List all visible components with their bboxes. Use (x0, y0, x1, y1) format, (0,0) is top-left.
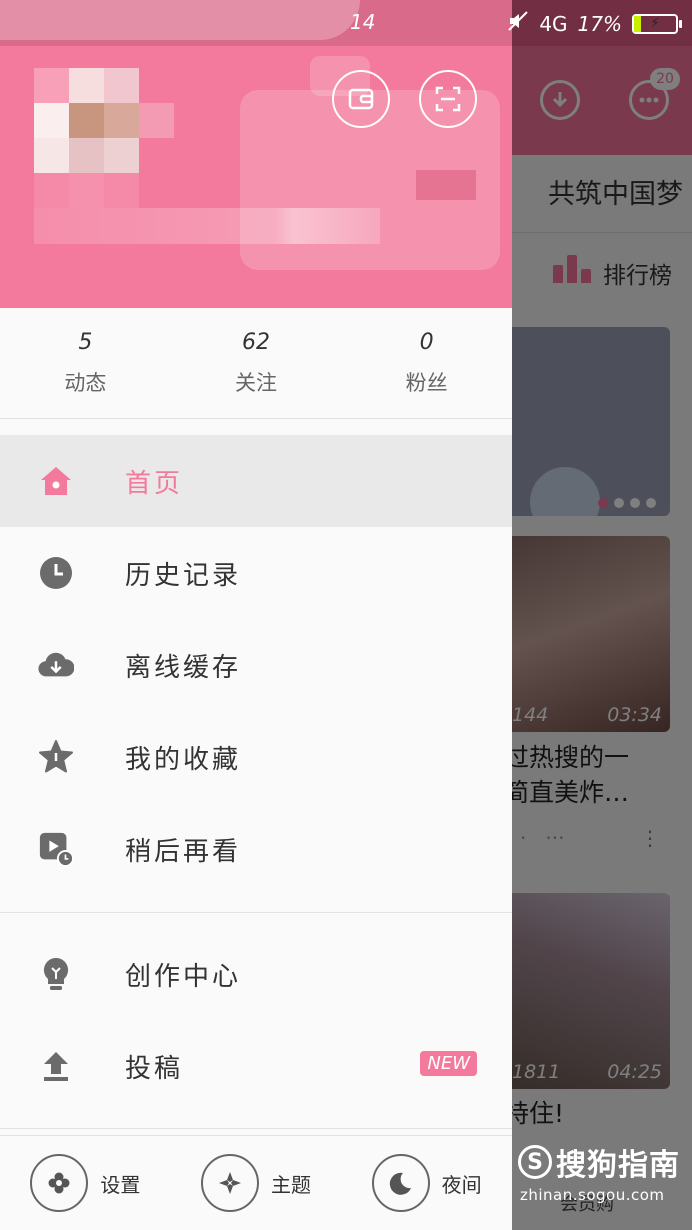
drawer-menu-secondary: 创作中心 投稿 NEW (0, 928, 512, 1112)
menu-item-watch-later[interactable]: 稍后再看 (0, 803, 512, 895)
stat-value: 62 (242, 330, 270, 355)
history-clock-icon (38, 555, 74, 591)
menu-label: 创作中心 (125, 961, 242, 992)
battery-icon: ⚡ (632, 14, 682, 34)
menu-item-favorites[interactable]: 我的收藏 (0, 711, 512, 803)
menu-label: 离线缓存 (125, 652, 242, 683)
lightbulb-icon (38, 956, 74, 992)
blurred-region (0, 0, 360, 40)
stat-value: 5 (78, 330, 93, 355)
avatar[interactable] (34, 68, 174, 208)
theme-label: 主题 (271, 1172, 311, 1197)
menu-label: 首页 (125, 468, 184, 499)
drawer-menu-primary: 首页 历史记录 离线缓存 我的收藏 稍后再看 (0, 435, 512, 895)
menu-item-offline-cache[interactable]: 离线缓存 (0, 619, 512, 711)
wallet-button[interactable] (332, 70, 390, 128)
stat-label: 粉丝 (405, 371, 448, 395)
menu-item-creator-center[interactable]: 创作中心 (0, 928, 512, 1020)
scan-button[interactable] (419, 70, 477, 128)
stat-label: 关注 (235, 371, 277, 395)
divider (0, 912, 512, 913)
scan-icon (435, 86, 461, 112)
user-stats: 5 动态 62 关注 0 粉丝 (0, 308, 512, 418)
settings-label: 设置 (100, 1172, 141, 1197)
sogou-watermark: S 搜狗指南 zhinan.sogou.com (512, 1140, 692, 1230)
home-icon (38, 463, 74, 499)
star-icon (38, 739, 74, 775)
cloud-download-icon (38, 647, 74, 683)
mute-icon (507, 10, 529, 38)
menu-item-upload[interactable]: 投稿 NEW (0, 1020, 512, 1112)
status-bar-indicators: 4G 17% ⚡ (507, 10, 682, 38)
menu-label: 历史记录 (125, 560, 242, 591)
navigation-drawer: 14 5 动态 62 关注 0 粉丝 首页 历史记录 离线缓存 我的收藏 稍后再… (0, 0, 512, 1230)
watermark-brand: 搜狗指南 (556, 1148, 680, 1183)
blurred-background (416, 170, 476, 200)
status-time: 14 (350, 10, 376, 34)
menu-label: 投稿 (125, 1053, 184, 1084)
stat-label: 动态 (64, 371, 107, 395)
theme-button[interactable]: 主题 (171, 1136, 342, 1230)
wallet-icon (348, 88, 374, 110)
night-mode-button[interactable]: 夜间 (341, 1136, 512, 1230)
drawer-bottom-bar: 设置 主题 夜间 (0, 1135, 512, 1230)
menu-item-home[interactable]: 首页 (0, 435, 512, 527)
stat-value: 0 (419, 330, 434, 355)
sogou-logo-icon: S (518, 1145, 552, 1179)
watch-later-icon (38, 831, 74, 867)
network-type: 4G (539, 12, 568, 36)
battery-percent: 17% (577, 12, 622, 36)
night-mode-icon (371, 1154, 430, 1212)
theme-icon (201, 1154, 259, 1212)
settings-button[interactable]: 设置 (0, 1136, 171, 1230)
settings-icon (30, 1154, 89, 1212)
stat-dynamics[interactable]: 5 动态 (0, 308, 171, 418)
drawer-header: 14 (0, 0, 512, 308)
night-mode-label: 夜间 (441, 1172, 482, 1197)
username-blurred[interactable] (34, 208, 380, 244)
menu-label: 稍后再看 (125, 836, 242, 867)
menu-label: 我的收藏 (125, 744, 242, 775)
stat-following[interactable]: 62 关注 (171, 308, 342, 418)
watermark-url: zhinan.sogou.com (520, 1186, 665, 1204)
stat-followers[interactable]: 0 粉丝 (341, 308, 512, 418)
upload-icon (38, 1048, 74, 1084)
divider (0, 1128, 512, 1129)
divider (0, 418, 512, 419)
new-badge: NEW (420, 1051, 477, 1076)
menu-item-history[interactable]: 历史记录 (0, 527, 512, 619)
